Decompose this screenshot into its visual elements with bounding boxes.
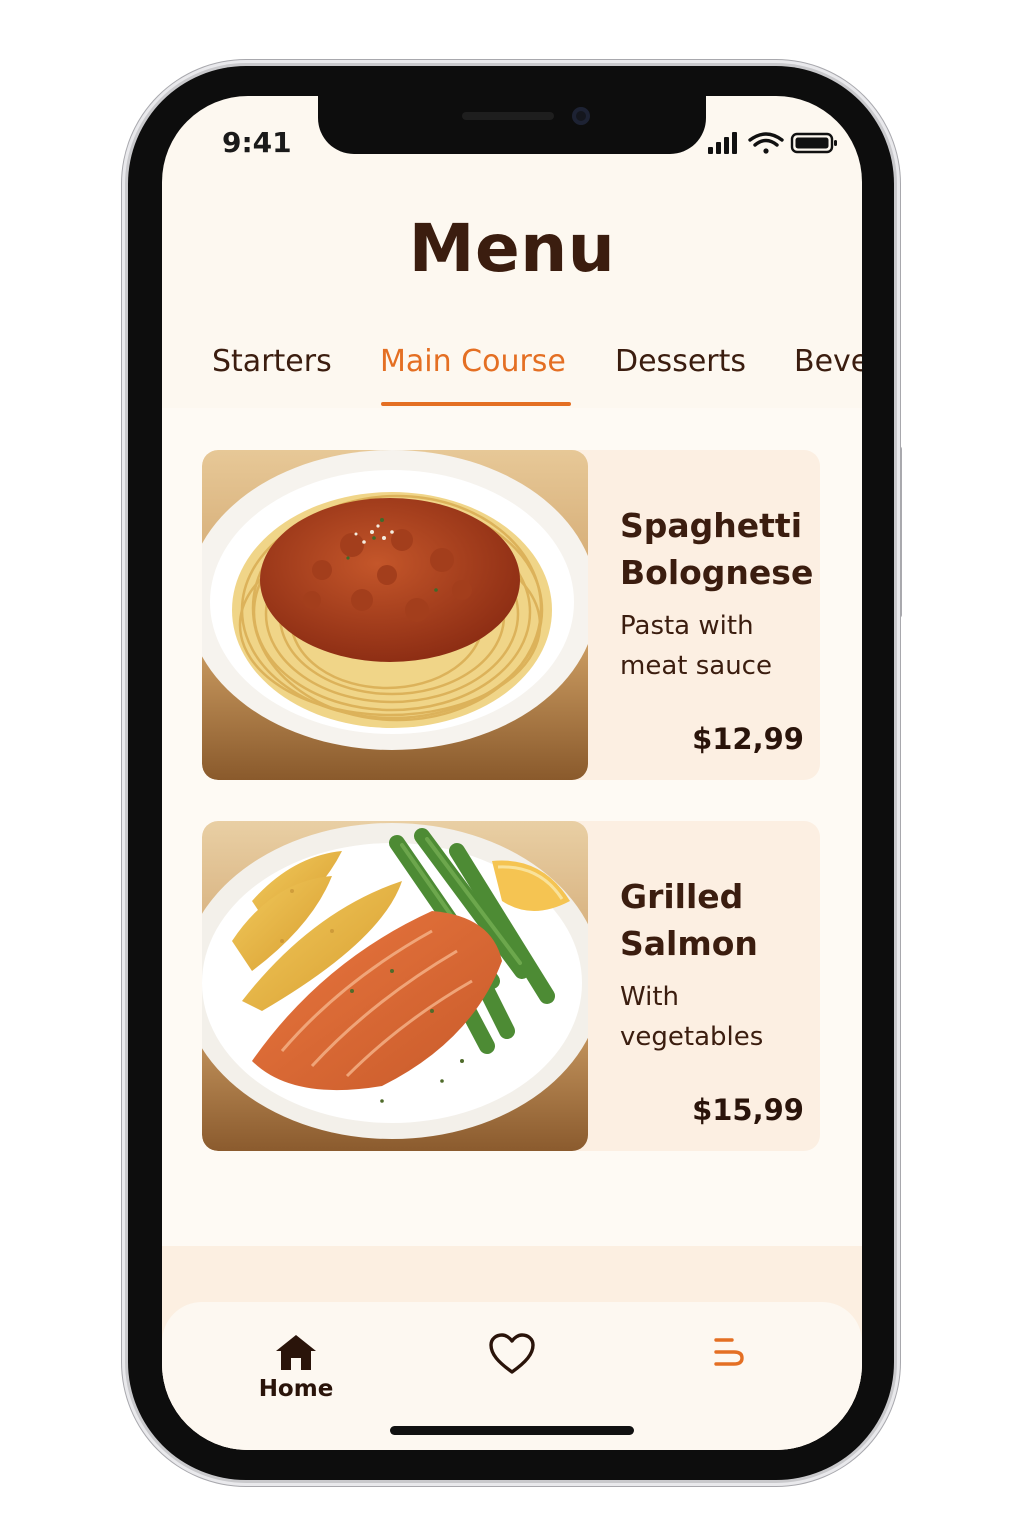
menu-item-price: $15,99: [692, 1093, 804, 1127]
nav-home[interactable]: Home: [246, 1332, 346, 1402]
volume-down-button: [121, 546, 128, 654]
status-icons: [708, 130, 838, 156]
signal-icon: [708, 132, 737, 154]
tab-starters[interactable]: Starters: [212, 344, 332, 379]
grilled-salmon-photo: [202, 821, 588, 1151]
nav-home-label: Home: [258, 1376, 334, 1402]
menu-item-price: $12,99: [692, 722, 804, 756]
page-title: Menu: [408, 210, 616, 287]
menu-icon: [714, 1338, 744, 1366]
power-button: [895, 446, 902, 618]
house-icon: [276, 1335, 316, 1370]
menu-item-card[interactable]: Grilled Salmon With vegetables $15,99: [202, 821, 820, 1151]
tab-main-course[interactable]: Main Course: [380, 344, 566, 379]
active-tab-indicator: [381, 402, 571, 406]
menu-item-description: Pasta with meat sauce: [620, 611, 772, 681]
volume-up-button: [121, 406, 128, 514]
tab-beverages[interactable]: Beve: [794, 344, 862, 379]
wifi-icon: [748, 132, 784, 154]
spaghetti-bolognese-photo: [202, 450, 588, 780]
menu-item-name: Grilled Salmon: [620, 877, 758, 963]
home-indicator: [390, 1426, 634, 1435]
nav-favorites[interactable]: [486, 1332, 538, 1380]
status-time: 9:41: [222, 126, 292, 159]
notch: [318, 96, 706, 154]
earpiece-speaker: [462, 112, 554, 120]
battery-icon: [790, 132, 837, 154]
silent-switch: [121, 296, 128, 354]
app-screen: 9:41 Menu Starters Main Course Desserts …: [162, 96, 862, 1450]
menu-list: Spaghetti Bolognese Pasta with meat sauc…: [162, 408, 862, 1246]
heart-icon: [489, 1333, 535, 1374]
nav-menu[interactable]: [710, 1332, 750, 1376]
tab-desserts[interactable]: Desserts: [615, 344, 746, 379]
menu-item-card[interactable]: Spaghetti Bolognese Pasta with meat sauc…: [202, 450, 820, 780]
front-camera: [572, 107, 590, 125]
menu-item-description: With vegetables: [620, 982, 764, 1052]
menu-item-name: Spaghetti Bolognese: [620, 506, 814, 592]
